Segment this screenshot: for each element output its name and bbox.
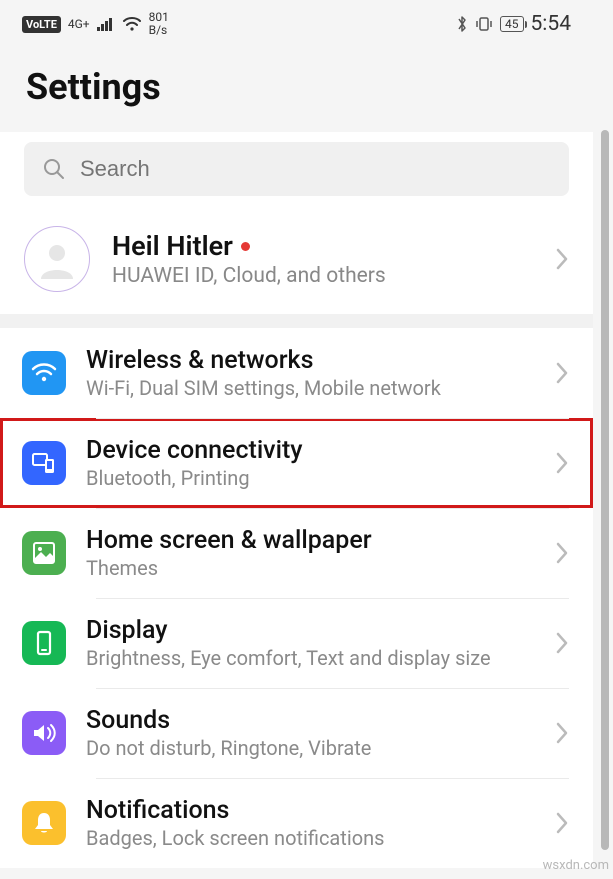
watermark: wsxdn.com	[543, 858, 609, 873]
notification-dot-icon	[241, 242, 250, 251]
chevron-right-icon	[555, 451, 569, 475]
item-title: Display	[86, 616, 535, 645]
display-icon	[22, 621, 66, 665]
volte-badge: VoLTE	[22, 16, 61, 33]
account-name: Heil Hitler	[112, 230, 233, 262]
settings-item-display[interactable]: DisplayBrightness, Eye comfort, Text and…	[0, 598, 593, 688]
settings-item-image[interactable]: Home screen & wallpaperThemes	[0, 508, 593, 598]
devices-icon	[22, 441, 66, 485]
clock-label: 5:54	[531, 12, 572, 36]
signal-icon	[97, 17, 115, 31]
item-title: Sounds	[86, 706, 535, 735]
network-type-label: 4G+	[68, 18, 90, 30]
chevron-right-icon	[555, 631, 569, 655]
bell-icon	[22, 801, 66, 845]
account-row[interactable]: Heil Hitler HUAWEI ID, Cloud, and others	[0, 210, 593, 314]
item-subtitle: Do not disturb, Ringtone, Vibrate	[86, 736, 535, 760]
chevron-right-icon	[555, 541, 569, 565]
item-title: Home screen & wallpaper	[86, 526, 535, 555]
settings-item-sound[interactable]: SoundsDo not disturb, Ringtone, Vibrate	[0, 688, 593, 778]
search-icon	[42, 157, 66, 181]
chevron-right-icon	[555, 811, 569, 835]
avatar	[24, 226, 90, 292]
item-subtitle: Brightness, Eye comfort, Text and displa…	[86, 646, 535, 670]
item-title: Device connectivity	[86, 436, 535, 465]
wifi-icon	[122, 16, 142, 32]
chevron-right-icon	[555, 361, 569, 385]
scrollbar[interactable]	[601, 130, 609, 850]
network-speed: 801 B/s	[149, 11, 169, 37]
search-box[interactable]	[24, 142, 569, 196]
sound-icon	[22, 711, 66, 755]
settings-item-devices[interactable]: Device connectivityBluetooth, Printing	[0, 418, 593, 508]
image-icon	[22, 531, 66, 575]
status-bar: VoLTE 4G+ 801 B/s 45 5:54	[0, 0, 593, 48]
account-subtitle: HUAWEI ID, Cloud, and others	[112, 264, 533, 288]
item-title: Wireless & networks	[86, 346, 535, 375]
wifi-icon	[22, 351, 66, 395]
page-title: Settings	[26, 66, 567, 108]
item-subtitle: Bluetooth, Printing	[86, 466, 535, 490]
bluetooth-icon	[456, 15, 468, 33]
chevron-right-icon	[555, 721, 569, 745]
battery-indicator: 45	[500, 16, 524, 32]
item-subtitle: Themes	[86, 556, 535, 580]
item-title: Notifications	[86, 796, 535, 825]
chevron-right-icon	[555, 247, 569, 271]
item-subtitle: Badges, Lock screen notifications	[86, 826, 535, 850]
search-input[interactable]	[80, 156, 551, 182]
settings-item-wifi[interactable]: Wireless & networksWi-Fi, Dual SIM setti…	[0, 328, 593, 418]
settings-list: Wireless & networksWi-Fi, Dual SIM setti…	[0, 328, 593, 868]
vibrate-icon	[475, 15, 493, 33]
page-header: Settings	[0, 48, 593, 132]
settings-item-bell[interactable]: NotificationsBadges, Lock screen notific…	[0, 778, 593, 868]
item-subtitle: Wi-Fi, Dual SIM settings, Mobile network	[86, 376, 535, 400]
